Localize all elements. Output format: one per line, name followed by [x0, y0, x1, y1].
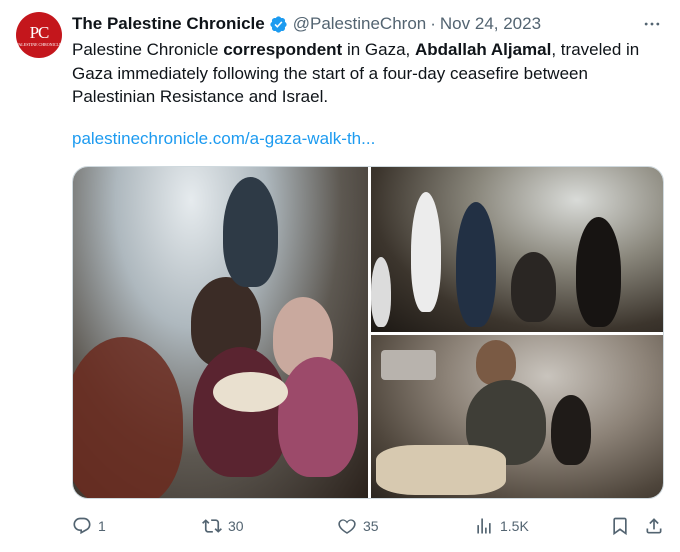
avatar-monogram: PC	[29, 22, 50, 42]
more-button[interactable]	[640, 12, 664, 36]
reply-button[interactable]: 1	[72, 512, 106, 540]
reply-count: 1	[98, 518, 106, 534]
bookmark-button[interactable]	[610, 512, 630, 540]
more-icon	[644, 22, 660, 26]
account-handle[interactable]: @PalestineChron	[293, 14, 427, 34]
account-name[interactable]: The Palestine Chronicle	[72, 14, 265, 34]
avatar[interactable]: PC Palestine Chronicle	[16, 12, 62, 58]
article-link[interactable]: palestinechronicle.com/a-gaza-walk-th...	[72, 129, 375, 149]
repost-icon	[202, 519, 222, 533]
media-grid	[72, 166, 664, 499]
views-button[interactable]: 1.5K	[474, 512, 529, 540]
tweet-header: The Palestine Chronicle @PalestineChron …	[72, 12, 664, 36]
avatar-subtext: Palestine Chronicle	[16, 41, 62, 47]
tweet-text-part: in Gaza,	[342, 40, 415, 59]
tweet-text-bold: Abdallah Aljamal	[415, 40, 552, 59]
views-icon	[477, 518, 491, 534]
photo-boy-rubble[interactable]	[371, 335, 663, 498]
tweet-text: Palestine Chronicle correspondent in Gaz…	[72, 38, 664, 109]
photo-people-smoke[interactable]	[371, 167, 663, 332]
share-button[interactable]	[644, 512, 664, 540]
verified-badge-icon	[270, 15, 287, 33]
share-icon	[646, 518, 662, 534]
tweet-text-bold: correspondent	[223, 40, 343, 59]
like-icon	[338, 519, 356, 534]
tweet-text-part: Palestine Chronicle	[72, 40, 224, 59]
photo-children-food-line[interactable]	[73, 167, 368, 498]
bookmark-icon	[613, 517, 627, 536]
repost-count: 30	[228, 518, 244, 534]
tweet-actions: 1 30 35 1.5K	[72, 512, 664, 540]
reply-icon	[73, 517, 91, 535]
tweet-date[interactable]: Nov 24, 2023	[440, 14, 541, 34]
like-button[interactable]: 35	[337, 512, 379, 540]
like-count: 35	[363, 518, 379, 534]
repost-button[interactable]: 30	[202, 512, 244, 540]
views-count: 1.5K	[500, 518, 529, 534]
header-separator: ·	[430, 14, 436, 33]
